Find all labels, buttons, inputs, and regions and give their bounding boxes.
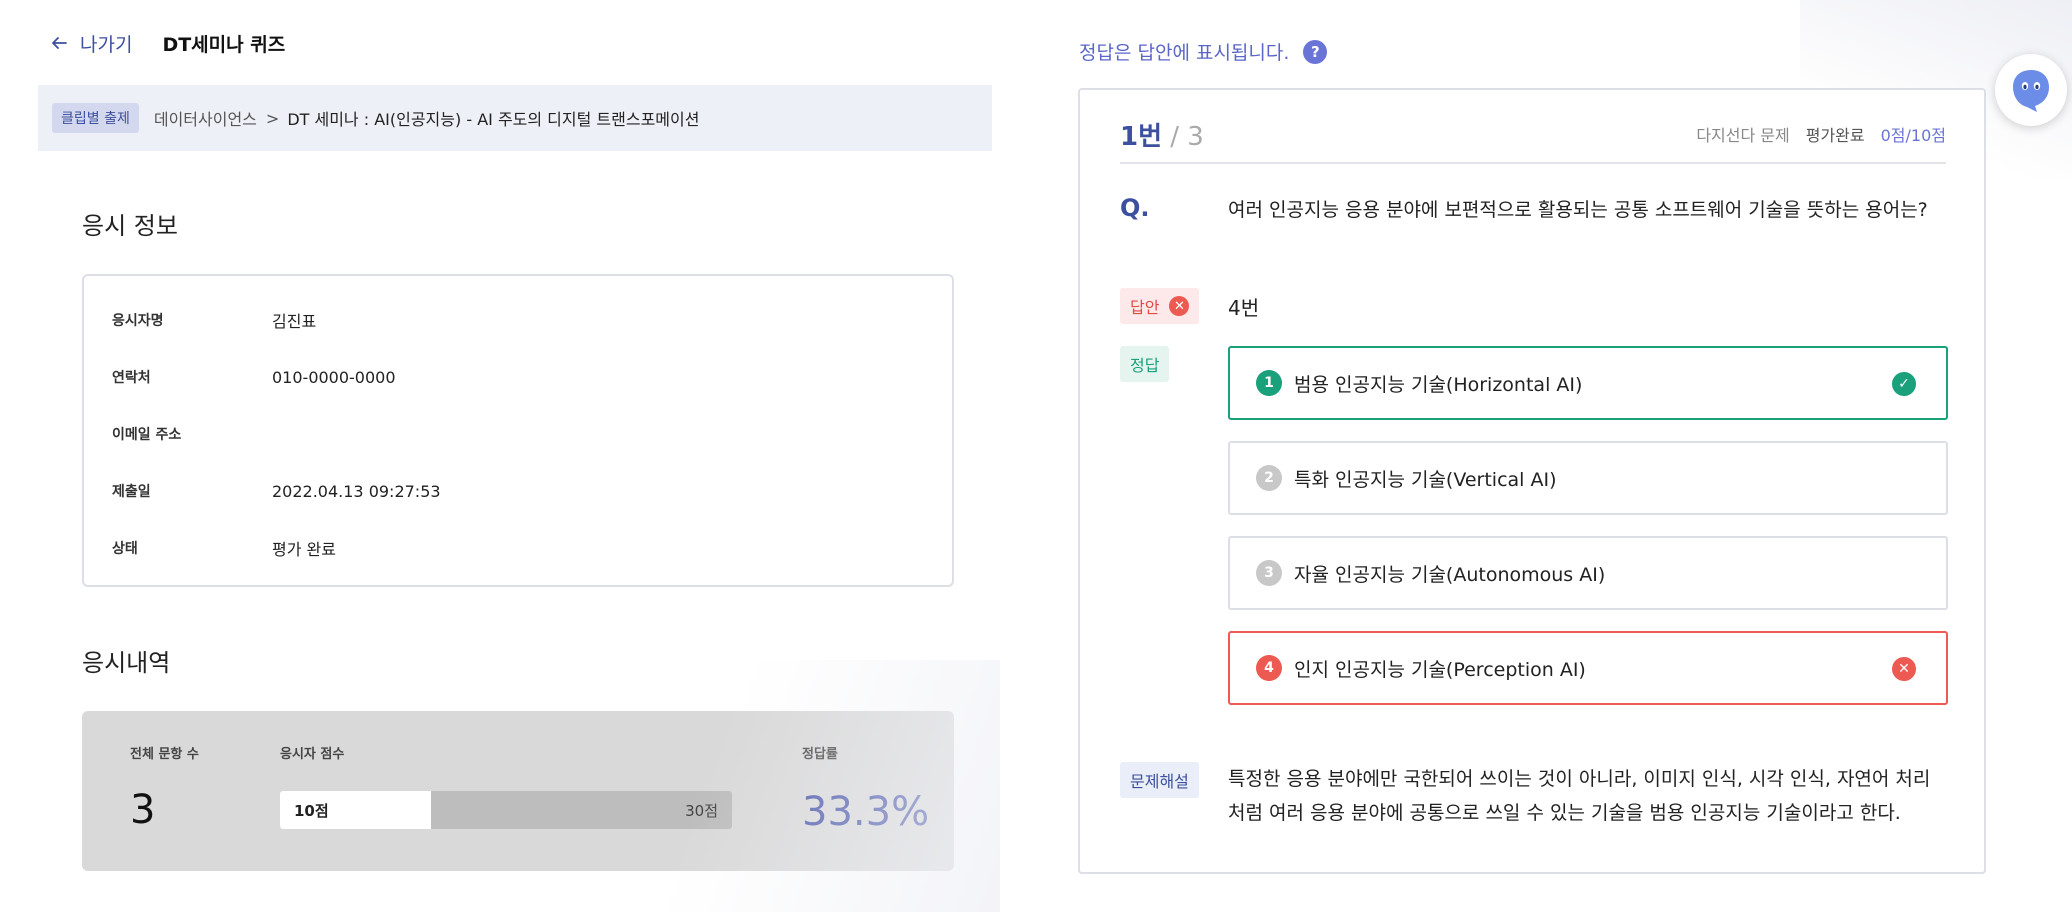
total-questions-value: 3 xyxy=(130,787,156,833)
info-row-name: 응시자명 김진표 xyxy=(112,308,316,332)
info-value: 김진표 xyxy=(272,312,317,331)
breadcrumb-category[interactable]: 데이터사이언스 xyxy=(154,106,257,130)
question-card: 1번 / 3 다지선다 문제 평가완료 0점/10점 Q. 여러 인공지능 응용… xyxy=(1078,88,1986,874)
info-row-email: 이메일 주소 xyxy=(112,422,272,446)
option-text: 자율 인공지능 기술(Autonomous AI) xyxy=(1294,563,1606,586)
breadcrumb: 클립별 출제 데이터사이언스 > DT 세미나 : AI(인공지능) - AI … xyxy=(38,85,992,151)
quiz-title: DT세미나 퀴즈 xyxy=(162,33,286,56)
help-icon[interactable]: ? xyxy=(1303,39,1328,64)
option-number: 4 xyxy=(1256,655,1282,681)
score-max: 30점 xyxy=(685,802,718,820)
score-label: 응시자 점수 xyxy=(280,747,345,762)
question-prefix: Q. xyxy=(1120,194,1150,222)
option-number: 2 xyxy=(1256,465,1282,491)
explanation-tag: 문제해설 xyxy=(1120,762,1199,798)
clip-badge: 클립별 출제 xyxy=(52,103,139,133)
chatbot-button[interactable] xyxy=(1995,54,2067,126)
check-icon: ✓ xyxy=(1892,372,1916,396)
info-label: 응시자명 xyxy=(112,313,164,329)
total-questions-label: 전체 문항 수 xyxy=(130,747,199,762)
answer-tag: 답안 ✕ xyxy=(1120,288,1200,324)
back-button[interactable]: 나가기 xyxy=(50,30,132,57)
score-value: 10점 xyxy=(294,802,329,820)
wrong-icon: ✕ xyxy=(1169,296,1190,316)
info-row-submitted: 제출일 2022.04.13 09:27:53 xyxy=(112,479,441,503)
answer-tag-label: 답안 xyxy=(1130,298,1160,317)
explanation-text: 특정한 응용 분야에만 국한되어 쓰이는 것이 아니라, 이미지 인식, 시각 … xyxy=(1228,768,1931,824)
exam-info-title: 응시 정보 xyxy=(82,212,178,240)
breadcrumb-item: DT 세미나 : AI(인공지능) - AI 주도의 디지털 트랜스포메이션 xyxy=(287,110,700,129)
back-label: 나가기 xyxy=(80,33,133,56)
answer-value: 4번 xyxy=(1228,296,1260,320)
question-current: 1번 xyxy=(1120,122,1163,152)
option-1[interactable]: 1 범용 인공지능 기술(Horizontal AI) ✓ xyxy=(1228,346,1948,420)
rate-value: 33.3% xyxy=(802,789,930,835)
question-number: 1번 / 3 xyxy=(1120,116,1204,153)
answer-notice: 정답은 답안에 표시됩니다. ? xyxy=(1079,38,1328,65)
question-status: 평가완료 xyxy=(1805,126,1865,145)
question-score: 0점/10점 xyxy=(1880,126,1946,145)
option-number: 1 xyxy=(1256,370,1282,396)
option-text: 범용 인공지능 기술(Horizontal AI) xyxy=(1294,373,1583,396)
correct-tag: 정답 xyxy=(1120,346,1170,382)
divider xyxy=(1120,162,1946,164)
notice-text: 정답은 답안에 표시됩니다. xyxy=(1079,42,1290,64)
score-bar: 10점 30점 xyxy=(280,791,732,829)
info-label: 이메일 주소 xyxy=(112,427,182,443)
info-row-status: 상태 평가 완료 xyxy=(112,536,336,560)
top-bar: 나가기 DT세미나 퀴즈 xyxy=(50,28,285,58)
option-4[interactable]: 4 인지 인공지능 기술(Perception AI) ✕ xyxy=(1228,631,1948,705)
question-type: 다지선다 문제 xyxy=(1696,126,1790,145)
option-2[interactable]: 2 특화 인공지능 기술(Vertical AI) xyxy=(1228,441,1948,515)
info-value: 010-0000-0000 xyxy=(272,367,396,387)
breadcrumb-separator: > xyxy=(265,108,280,128)
info-label: 상태 xyxy=(112,541,138,557)
info-value: 2022.04.13 09:27:53 xyxy=(272,481,441,501)
question-meta: 다지선다 문제 평가완료 0점/10점 xyxy=(1696,122,1946,146)
info-value: 평가 완료 xyxy=(272,540,336,559)
arrow-left-icon xyxy=(52,37,67,49)
history-title: 응시내역 xyxy=(82,649,171,677)
exam-info-panel: 응시자명 김진표 연락처 010-0000-0000 이메일 주소 제출일 20… xyxy=(82,274,954,587)
option-text: 인지 인공지능 기술(Perception AI) xyxy=(1294,658,1586,681)
rate-label: 정답률 xyxy=(802,747,838,762)
info-label: 연락처 xyxy=(112,370,151,386)
option-number: 3 xyxy=(1256,560,1282,586)
info-row-phone: 연락처 010-0000-0000 xyxy=(112,365,396,389)
history-stats-panel: 전체 문항 수 3 응시자 점수 10점 30점 정답률 33.3% xyxy=(82,711,954,871)
question-total: / 3 xyxy=(1162,122,1204,152)
option-text: 특화 인공지능 기술(Vertical AI) xyxy=(1294,468,1557,491)
wrong-icon: ✕ xyxy=(1892,657,1916,681)
question-text: 여러 인공지능 응용 분야에 보편적으로 활용되는 공통 소프트웨어 기술을 뜻… xyxy=(1228,199,1928,221)
option-3[interactable]: 3 자율 인공지능 기술(Autonomous AI) xyxy=(1228,536,1948,610)
chatbot-icon xyxy=(2013,70,2049,112)
info-label: 제출일 xyxy=(112,484,151,500)
